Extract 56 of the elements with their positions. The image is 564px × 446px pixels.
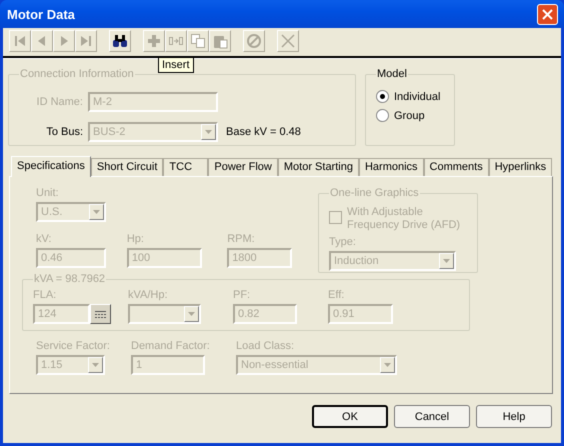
checkbox-label: With Adjustable Frequency Drive (AFD) xyxy=(347,206,462,232)
tab[interactable]: Specifications xyxy=(11,156,91,177)
field-label: Type: xyxy=(329,236,357,248)
radio-label: Individual xyxy=(394,90,440,102)
dialog-button[interactable]: Help xyxy=(476,405,552,428)
caret-icon xyxy=(384,363,391,367)
tooltip: Insert xyxy=(158,57,194,73)
caret-icon xyxy=(188,312,195,316)
skip-forward-icon xyxy=(78,33,94,49)
field-label: kVA/Hp: xyxy=(128,289,169,301)
group-title: One-line Graphics xyxy=(329,187,420,199)
field-label: Unit: xyxy=(36,187,60,199)
field-label: Hp: xyxy=(126,233,145,245)
window-title: Motor Data xyxy=(7,6,75,22)
no-sign-icon xyxy=(246,33,262,49)
paste-icon xyxy=(212,33,228,49)
caret-icon xyxy=(93,210,100,214)
caret-icon xyxy=(92,363,99,367)
find-button[interactable] xyxy=(109,30,131,52)
skip-back-icon xyxy=(12,33,28,49)
caret-icon xyxy=(205,130,212,134)
radio-button[interactable] xyxy=(376,90,389,103)
dialog-button[interactable]: Cancel xyxy=(394,405,470,428)
copy-icon xyxy=(190,33,206,49)
field-label: Demand Factor: xyxy=(131,340,211,352)
field-label: Service Factor: xyxy=(36,340,111,352)
field-label: To Bus: xyxy=(45,126,83,138)
calculator-button[interactable] xyxy=(90,304,111,324)
field-label: Load Class: xyxy=(236,340,296,352)
tab[interactable]: TCC xyxy=(163,158,208,176)
binoculars-icon xyxy=(112,33,128,49)
tab[interactable]: Hyperlinks xyxy=(488,158,552,176)
field-label: ID Name: xyxy=(36,96,83,108)
close-icon xyxy=(542,8,553,20)
field-label: RPM: xyxy=(227,233,256,245)
tab[interactable]: Short Circuit xyxy=(90,158,164,176)
radio-button[interactable] xyxy=(376,109,389,122)
field-label: PF: xyxy=(233,289,252,301)
caret-icon xyxy=(443,259,450,263)
base-kv-text: Base kV = 0.48 xyxy=(226,126,301,138)
close-button[interactable] xyxy=(537,4,558,24)
dialog-button[interactable]: OK xyxy=(312,405,388,428)
tab[interactable]: Harmonics xyxy=(358,158,424,176)
field-label: FLA: xyxy=(33,289,58,301)
tab[interactable]: Power Flow xyxy=(208,158,278,176)
group-title: kVA = 98.7962 xyxy=(33,273,106,285)
keypad-icon xyxy=(95,310,106,318)
delete-icon xyxy=(280,33,296,49)
plus-icon xyxy=(146,33,162,49)
group-title: Connection Information xyxy=(19,68,135,80)
field-label: kV: xyxy=(36,233,52,245)
tab[interactable]: Motor Starting xyxy=(278,158,359,176)
group-title: Model xyxy=(376,68,408,80)
radio-label: Group xyxy=(394,110,425,122)
field-label: Eff: xyxy=(328,289,346,301)
tab[interactable]: Comments xyxy=(424,158,489,176)
